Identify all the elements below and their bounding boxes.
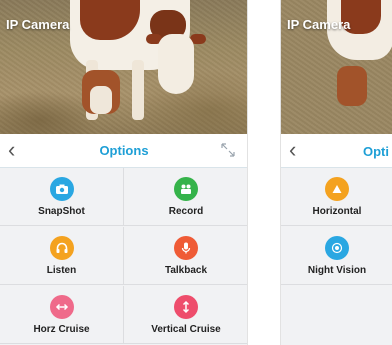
options-navbar: ‹ Opti (281, 134, 392, 168)
talkback-option[interactable]: Talkback (124, 227, 247, 285)
headphones-icon (49, 236, 74, 260)
cow-leg-shape (132, 60, 144, 120)
option-label: Talkback (164, 265, 208, 276)
option-label: Listen (46, 265, 77, 276)
chevron-left-icon[interactable]: ‹ (289, 138, 296, 162)
left-phone-screen: IP Camera ‹ Options SnapShot Record List… (0, 0, 248, 345)
cow-head-shape (158, 34, 194, 94)
record-option[interactable]: Record (124, 168, 247, 226)
listen-option[interactable]: Listen (0, 227, 124, 285)
options-grid: SnapShot Record Listen Talkback Horz Cru… (0, 168, 247, 345)
option-label: SnapShot (38, 206, 85, 217)
expand-arrows-icon[interactable] (220, 142, 236, 158)
microphone-icon (174, 236, 198, 260)
video-overlay-title: IP Camera (6, 17, 70, 32)
option-label: Vertical Cruise (151, 324, 221, 335)
video-camera-icon (174, 177, 198, 201)
horizontal-arrows-icon (49, 295, 74, 319)
triangle-icon (325, 177, 349, 201)
horz-cruise-option[interactable]: Horz Cruise (0, 286, 124, 344)
chevron-left-icon[interactable]: ‹ (8, 138, 15, 162)
video-overlay-title: IP Camera (287, 17, 351, 32)
night-vision-option[interactable]: Night Vision (281, 227, 392, 285)
snapshot-option[interactable]: SnapShot (0, 168, 124, 226)
vertical-arrows-icon (174, 295, 198, 319)
options-grid: Horizontal Night Vision (281, 168, 392, 345)
camera-video-feed[interactable]: IP Camera (0, 0, 247, 134)
navbar-title: Opti (363, 144, 389, 159)
camera-icon (49, 177, 74, 201)
option-label: Night Vision (307, 265, 367, 276)
horizontal-option[interactable]: Horizontal (281, 168, 392, 226)
calf-shape (337, 66, 367, 106)
camera-video-feed[interactable]: IP Camera (281, 0, 392, 134)
navbar-title: Options (99, 143, 149, 158)
options-navbar: ‹ Options (0, 134, 247, 168)
calf-patch-shape (90, 86, 112, 114)
vertical-cruise-option[interactable]: Vertical Cruise (124, 286, 247, 344)
option-label: Horizontal (312, 206, 362, 217)
option-label: Record (168, 206, 204, 217)
night-vision-icon (325, 236, 349, 260)
right-phone-screen: IP Camera ‹ Opti Horizontal Night Vision (280, 0, 392, 345)
option-label: Horz Cruise (33, 324, 90, 335)
